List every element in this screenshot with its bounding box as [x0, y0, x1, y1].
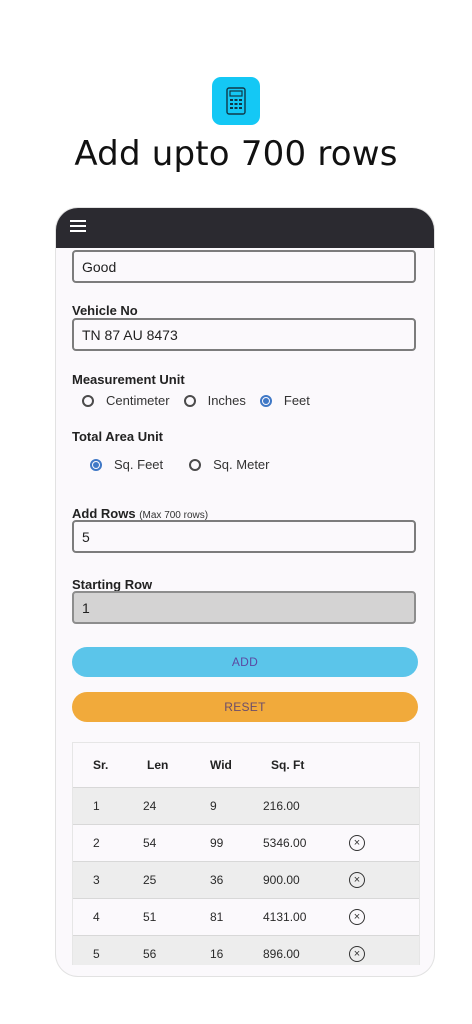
table-row: 5 56 16 896.00 × [73, 935, 419, 965]
row-len: 54 [143, 836, 157, 850]
measurement-unit-label: Measurement Unit [72, 372, 185, 387]
starting-row-input: 1 [72, 591, 416, 624]
row-sr: 4 [93, 910, 100, 924]
add-rows-label: Add Rows (Max 700 rows) [72, 506, 208, 521]
row-wid: 81 [210, 910, 224, 924]
row-wid: 36 [210, 873, 224, 887]
radio-centimeter[interactable] [82, 394, 94, 407]
delete-row-icon[interactable]: × [349, 946, 365, 962]
vehicle-no-field[interactable]: TN 87 AU 8473 [72, 318, 416, 351]
table-row: 4 51 81 4131.00 × [73, 898, 419, 935]
row-wid: 99 [210, 836, 224, 850]
phone-frame: Good Vehicle No TN 87 AU 8473 Measuremen… [56, 208, 434, 976]
calculator-icon [212, 77, 260, 125]
row-len: 56 [143, 947, 157, 961]
header-sqft: Sq. Ft [271, 758, 305, 772]
row-len: 51 [143, 910, 157, 924]
radio-inches[interactable] [183, 394, 196, 407]
vehicle-no-label: Vehicle No [72, 303, 138, 318]
row-len: 24 [143, 799, 157, 813]
app-bar [56, 208, 434, 248]
row-sr: 3 [93, 873, 100, 887]
delete-row-icon[interactable]: × [349, 909, 365, 925]
row-sqft: 4131.00 [263, 910, 307, 924]
radio-centimeter-label[interactable]: Centimeter [106, 393, 170, 408]
row-len: 25 [143, 873, 157, 887]
row-sqft: 5346.00 [263, 836, 307, 850]
condition-field[interactable]: Good [72, 250, 416, 283]
starting-row-label: Starting Row [72, 577, 153, 592]
form-content: Good Vehicle No TN 87 AU 8473 Measuremen… [56, 248, 434, 976]
header-sr: Sr. [93, 758, 109, 772]
hamburger-menu-icon[interactable] [70, 220, 86, 234]
header-wid: Wid [210, 758, 232, 772]
table-row: 2 54 99 5346.00 × [73, 824, 419, 861]
row-sqft: 216.00 [263, 799, 300, 813]
table-row: 3 25 36 900.00 × [73, 861, 419, 898]
measurement-unit-group: Centimeter Inches Feet [82, 393, 324, 408]
reset-button[interactable]: RESET [72, 692, 418, 722]
add-rows-input[interactable]: 5 [72, 520, 416, 553]
radio-sq-meter-label[interactable]: Sq. Meter [213, 457, 269, 472]
rows-table: Sr. Len Wid Sq. Ft 1 24 9 216.00 2 54 99… [72, 742, 420, 965]
table-row: 1 24 9 216.00 [73, 787, 419, 824]
table-header: Sr. Len Wid Sq. Ft [73, 743, 419, 787]
delete-row-icon[interactable]: × [349, 872, 365, 888]
row-sr: 1 [93, 799, 100, 813]
radio-sq-meter[interactable] [189, 458, 202, 471]
area-unit-group: Sq. Feet Sq. Meter [90, 457, 284, 472]
row-sqft: 900.00 [263, 873, 300, 887]
row-sqft: 896.00 [263, 947, 300, 961]
radio-feet[interactable] [259, 394, 272, 407]
radio-sq-feet[interactable] [90, 458, 102, 471]
add-button[interactable]: ADD [72, 647, 418, 677]
row-wid: 16 [210, 947, 224, 961]
delete-row-icon[interactable]: × [349, 835, 365, 851]
add-rows-label-text: Add Rows [72, 506, 136, 521]
row-sr: 5 [93, 947, 100, 961]
header-len: Len [147, 758, 169, 772]
promo-headline: Add upto 700 rows [74, 134, 398, 174]
row-wid: 9 [210, 799, 217, 813]
total-area-unit-label: Total Area Unit [72, 429, 164, 444]
radio-inches-label[interactable]: Inches [208, 393, 246, 408]
row-sr: 2 [93, 836, 100, 850]
radio-feet-label[interactable]: Feet [284, 393, 310, 408]
radio-sq-feet-label[interactable]: Sq. Feet [114, 457, 163, 472]
